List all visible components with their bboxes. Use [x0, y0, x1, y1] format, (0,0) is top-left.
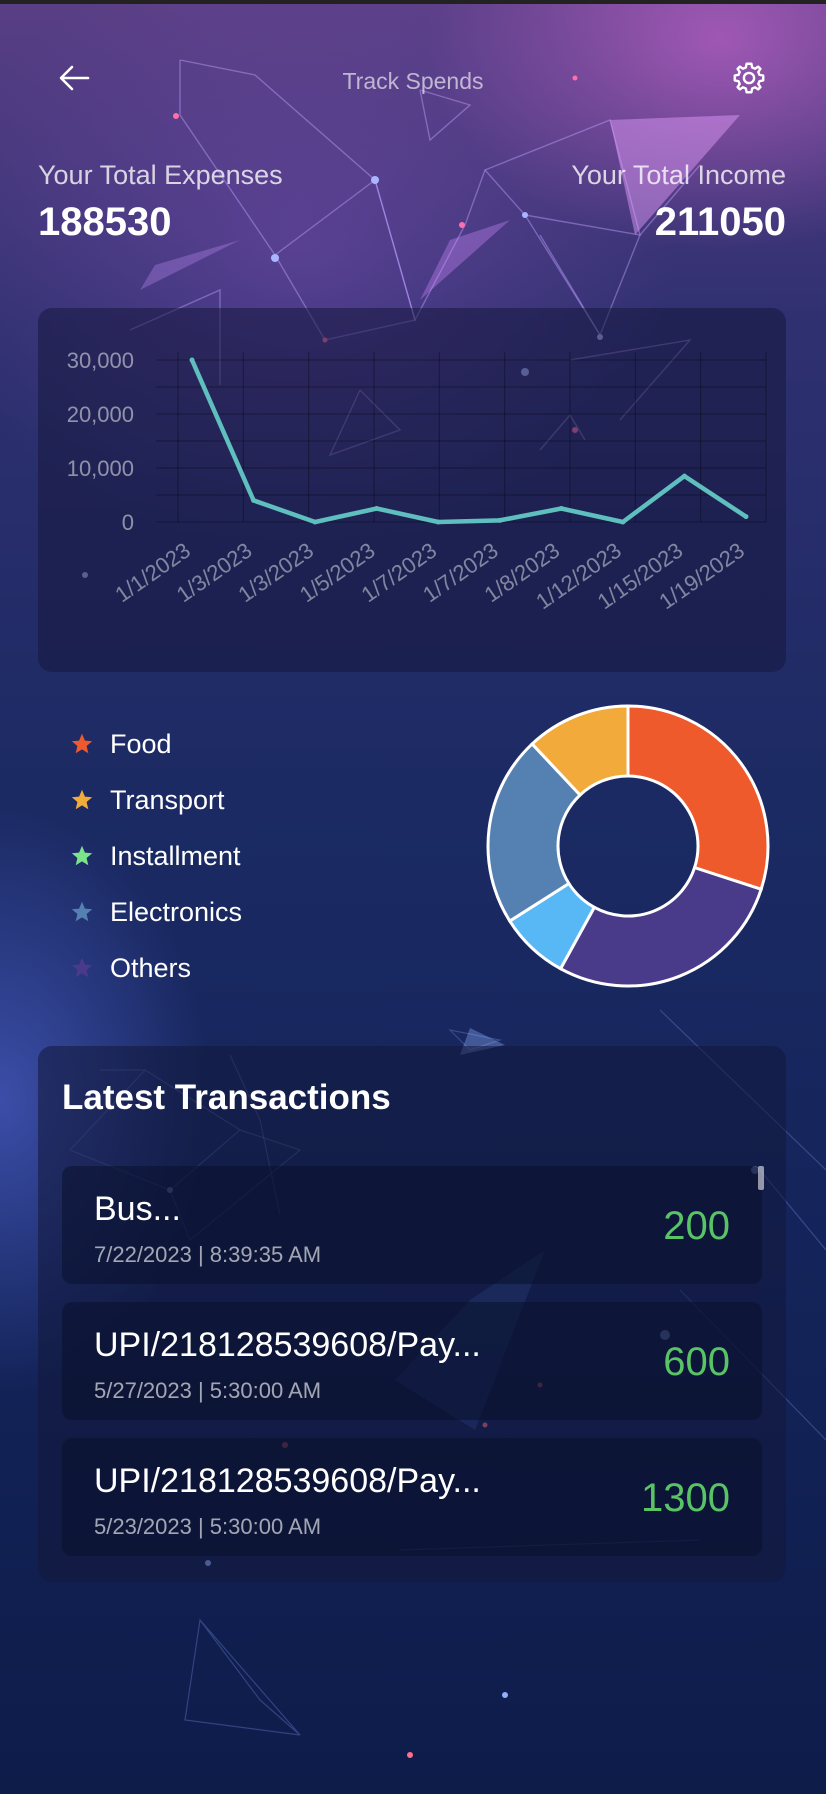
data-point	[620, 519, 626, 525]
y-tick-label: 20,000	[67, 402, 134, 427]
transaction-name: UPI/218128539608/Pay...	[94, 1462, 481, 1500]
top-border	[0, 0, 826, 4]
category-donut-chart	[486, 704, 770, 988]
page-title: Track Spends	[342, 68, 484, 94]
data-point	[497, 517, 503, 523]
star-icon	[71, 845, 93, 866]
transaction-item[interactable]: UPI/218128539608/Pay... 5/23/2023 | 5:30…	[62, 1438, 762, 1556]
data-point	[312, 519, 318, 525]
category-legend: Food Transport Installment Electronics Other…	[70, 716, 370, 996]
star-icon	[71, 733, 93, 754]
transaction-amount: 200	[663, 1204, 730, 1248]
legend-label: Electronics	[110, 896, 243, 927]
data-point	[251, 497, 257, 503]
chart-grid	[156, 352, 767, 523]
legend-item-others: Others	[70, 940, 370, 996]
data-point	[435, 519, 441, 525]
legend-label: Others	[110, 952, 192, 983]
latest-transactions-title: Latest Transactions	[62, 1078, 391, 1117]
donut-slice-food	[626, 704, 770, 892]
data-point	[743, 514, 749, 520]
transaction-item[interactable]: UPI/218128539608/Pay... 5/27/2023 | 5:30…	[62, 1302, 762, 1420]
data-point	[558, 506, 564, 511]
transaction-amount: 600	[663, 1340, 730, 1384]
transaction-name: Bus...	[94, 1190, 181, 1228]
legend-item-food: Food	[70, 716, 370, 772]
gear-icon	[731, 60, 767, 101]
legend-label: Food	[110, 728, 172, 759]
star-icon	[71, 901, 93, 922]
line-chart-svg: 010,00020,00030,0001/1/20231/3/20231/3/2…	[67, 348, 767, 614]
transactions-list: Bus... 7/22/2023 | 8:39:35 AM 200 UPI/21…	[62, 1166, 762, 1574]
legend-item-transport: Transport	[70, 772, 370, 828]
donut-slice-others	[558, 865, 764, 988]
star-icon	[71, 789, 93, 810]
total-income-label: Your Total Income	[571, 160, 786, 190]
transaction-date: 7/22/2023 | 8:39:35 AM	[94, 1242, 322, 1267]
data-point	[681, 473, 687, 479]
latest-transactions-card: Latest Transactions Bus... 7/22/2023 | 8…	[38, 1046, 786, 1582]
data-point	[374, 506, 380, 511]
settings-button[interactable]	[726, 60, 772, 100]
legend-item-electronics: Electronics	[70, 884, 370, 940]
transaction-amount: 1300	[641, 1476, 730, 1520]
total-income-value: 211050	[654, 200, 786, 244]
data-point	[189, 357, 195, 363]
legend-label: Transport	[110, 784, 225, 815]
transaction-date: 5/27/2023 | 5:30:00 AM	[94, 1378, 322, 1403]
spending-line-chart: 0 10,000 20,000 30,000 1/1/2023 1/3/2023 1/3/2…	[38, 308, 786, 672]
star-icon	[71, 957, 93, 978]
transaction-item[interactable]: Bus... 7/22/2023 | 8:39:35 AM 200	[62, 1166, 762, 1284]
legend-label: Installment	[110, 840, 241, 871]
legend-item-installment: Installment	[70, 828, 370, 884]
y-tick-label: 30,000	[67, 348, 134, 373]
total-expenses-value: 188530	[38, 200, 172, 244]
transactions-scrollbar[interactable]	[758, 1166, 764, 1190]
total-expenses-label: Your Total Expenses	[38, 160, 283, 190]
y-tick-label: 10,000	[67, 456, 134, 481]
y-tick-label: 0	[122, 510, 134, 535]
transaction-date: 5/23/2023 | 5:30:00 AM	[94, 1514, 322, 1539]
transaction-name: UPI/218128539608/Pay...	[94, 1326, 481, 1364]
header: Track Spends	[0, 50, 826, 110]
